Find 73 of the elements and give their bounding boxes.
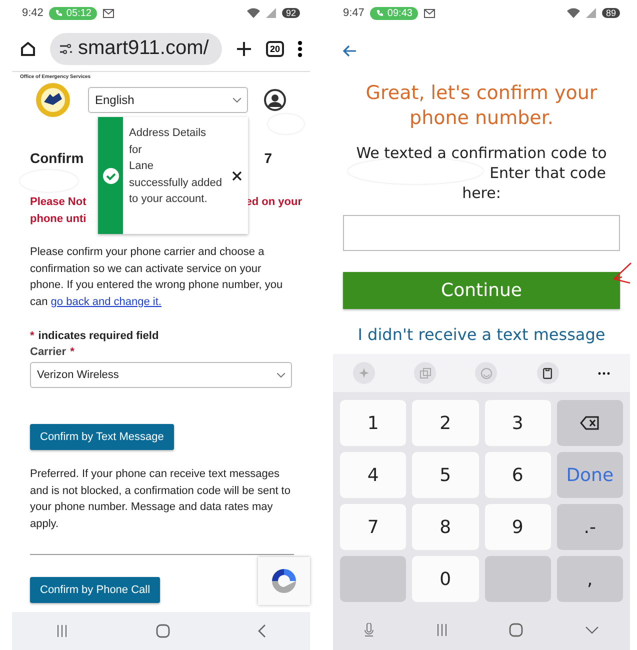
chevron-down-icon[interactable] [585, 626, 600, 634]
more-icon[interactable] [298, 40, 302, 56]
plus-icon[interactable] [236, 40, 252, 56]
clock-time: 9:42 [22, 7, 44, 19]
chevron-down-icon [277, 372, 285, 378]
clock-time: 9:47 [343, 7, 364, 19]
backspace-key[interactable] [556, 400, 623, 446]
carrier-label: Carrier [30, 345, 66, 360]
recaptcha-badge[interactable] [258, 557, 310, 605]
confirm-text-button[interactable]: Confirm by Text Message [30, 424, 174, 450]
required-asterisk: * [30, 329, 34, 344]
battery-level: 89 [602, 8, 620, 18]
mail-icon [103, 8, 114, 18]
page-heading: Confirm [30, 150, 84, 166]
confirm-heading: Great, let's confirm your phone number. [364, 81, 598, 131]
recents-icon[interactable] [56, 625, 68, 637]
phone-icon [55, 9, 64, 17]
continue-button[interactable]: Continue [343, 272, 620, 309]
carrier-select[interactable]: Verizon Wireless [30, 362, 292, 388]
signal-icon [586, 8, 596, 18]
warning-text: Please Not [30, 195, 86, 210]
digit-key[interactable]: 2 [412, 400, 478, 446]
message-text: Enter that code [490, 163, 606, 183]
go-back-link[interactable]: go back and change it. [50, 296, 162, 308]
digit-key[interactable]: 3 [484, 400, 551, 446]
digit-key[interactable]: 9 [484, 504, 551, 550]
microphone-icon[interactable] [364, 623, 374, 637]
wifi-icon [566, 8, 580, 18]
message-text: We texted a confirmation code to [356, 143, 607, 163]
wifi-icon [246, 8, 260, 18]
chevron-down-icon [233, 98, 241, 102]
home-icon[interactable] [20, 40, 36, 56]
required-note: indicates required field [38, 329, 159, 344]
digit-key[interactable]: 7 [340, 504, 406, 550]
digit-key[interactable]: 8 [412, 504, 478, 550]
check-circle-icon [102, 168, 118, 184]
back-arrow-icon[interactable] [343, 45, 357, 57]
battery-level: 92 [282, 8, 300, 18]
phone-icon [376, 9, 384, 17]
backspace-icon [580, 416, 600, 430]
more-icon[interactable] [598, 372, 610, 374]
call-timer: 09:43 [370, 6, 418, 20]
url-field[interactable]: smart911.com/ [50, 32, 222, 64]
clipboard-icon[interactable] [536, 362, 559, 384]
back-icon[interactable] [258, 624, 266, 638]
digit-key[interactable]: 0 [412, 556, 478, 602]
preferred-paragraph: Preferred. If your phone can receive text messages and is not blocked, a confirmation code will be sent to your phone number. Message and data rates may apply. [30, 467, 292, 532]
intro-paragraph: Please confirm your phone carrier and choose a confirmation so we can activate service on your phone. If you entered the wrong phone number, you can go back and change it. [30, 245, 284, 310]
confirm-call-button[interactable]: Confirm by Phone Call [30, 577, 160, 603]
symbol-key[interactable]: , [556, 556, 623, 602]
code-input-field[interactable] [343, 215, 620, 251]
account-icon[interactable] [264, 89, 286, 111]
tab-count[interactable]: 20 [266, 40, 284, 56]
recents-icon[interactable] [436, 624, 448, 636]
seal-logo [34, 82, 72, 118]
required-asterisk: * [70, 345, 74, 360]
warning-text: phone unti [30, 212, 86, 227]
digit-key[interactable]: 1 [340, 400, 406, 446]
digit-key[interactable]: 5 [412, 452, 478, 498]
page-heading: 7 [264, 150, 272, 166]
resend-link[interactable]: I didn't receive a text message [358, 325, 606, 344]
language-select[interactable]: English [88, 87, 248, 113]
call-timer: 05:12 [49, 6, 98, 20]
symbol-key[interactable]: .- [556, 504, 623, 550]
close-icon[interactable] [232, 170, 242, 180]
arrow-icon [612, 262, 632, 284]
digit-key[interactable]: 4 [340, 452, 406, 498]
message-text: here: [462, 183, 501, 203]
mail-icon [424, 8, 436, 18]
tune-icon[interactable] [60, 44, 72, 54]
digit-key[interactable]: 6 [484, 452, 551, 498]
toast-message: Address Details for Lane successfully added to your account. [128, 126, 223, 207]
signal-icon [266, 8, 276, 18]
